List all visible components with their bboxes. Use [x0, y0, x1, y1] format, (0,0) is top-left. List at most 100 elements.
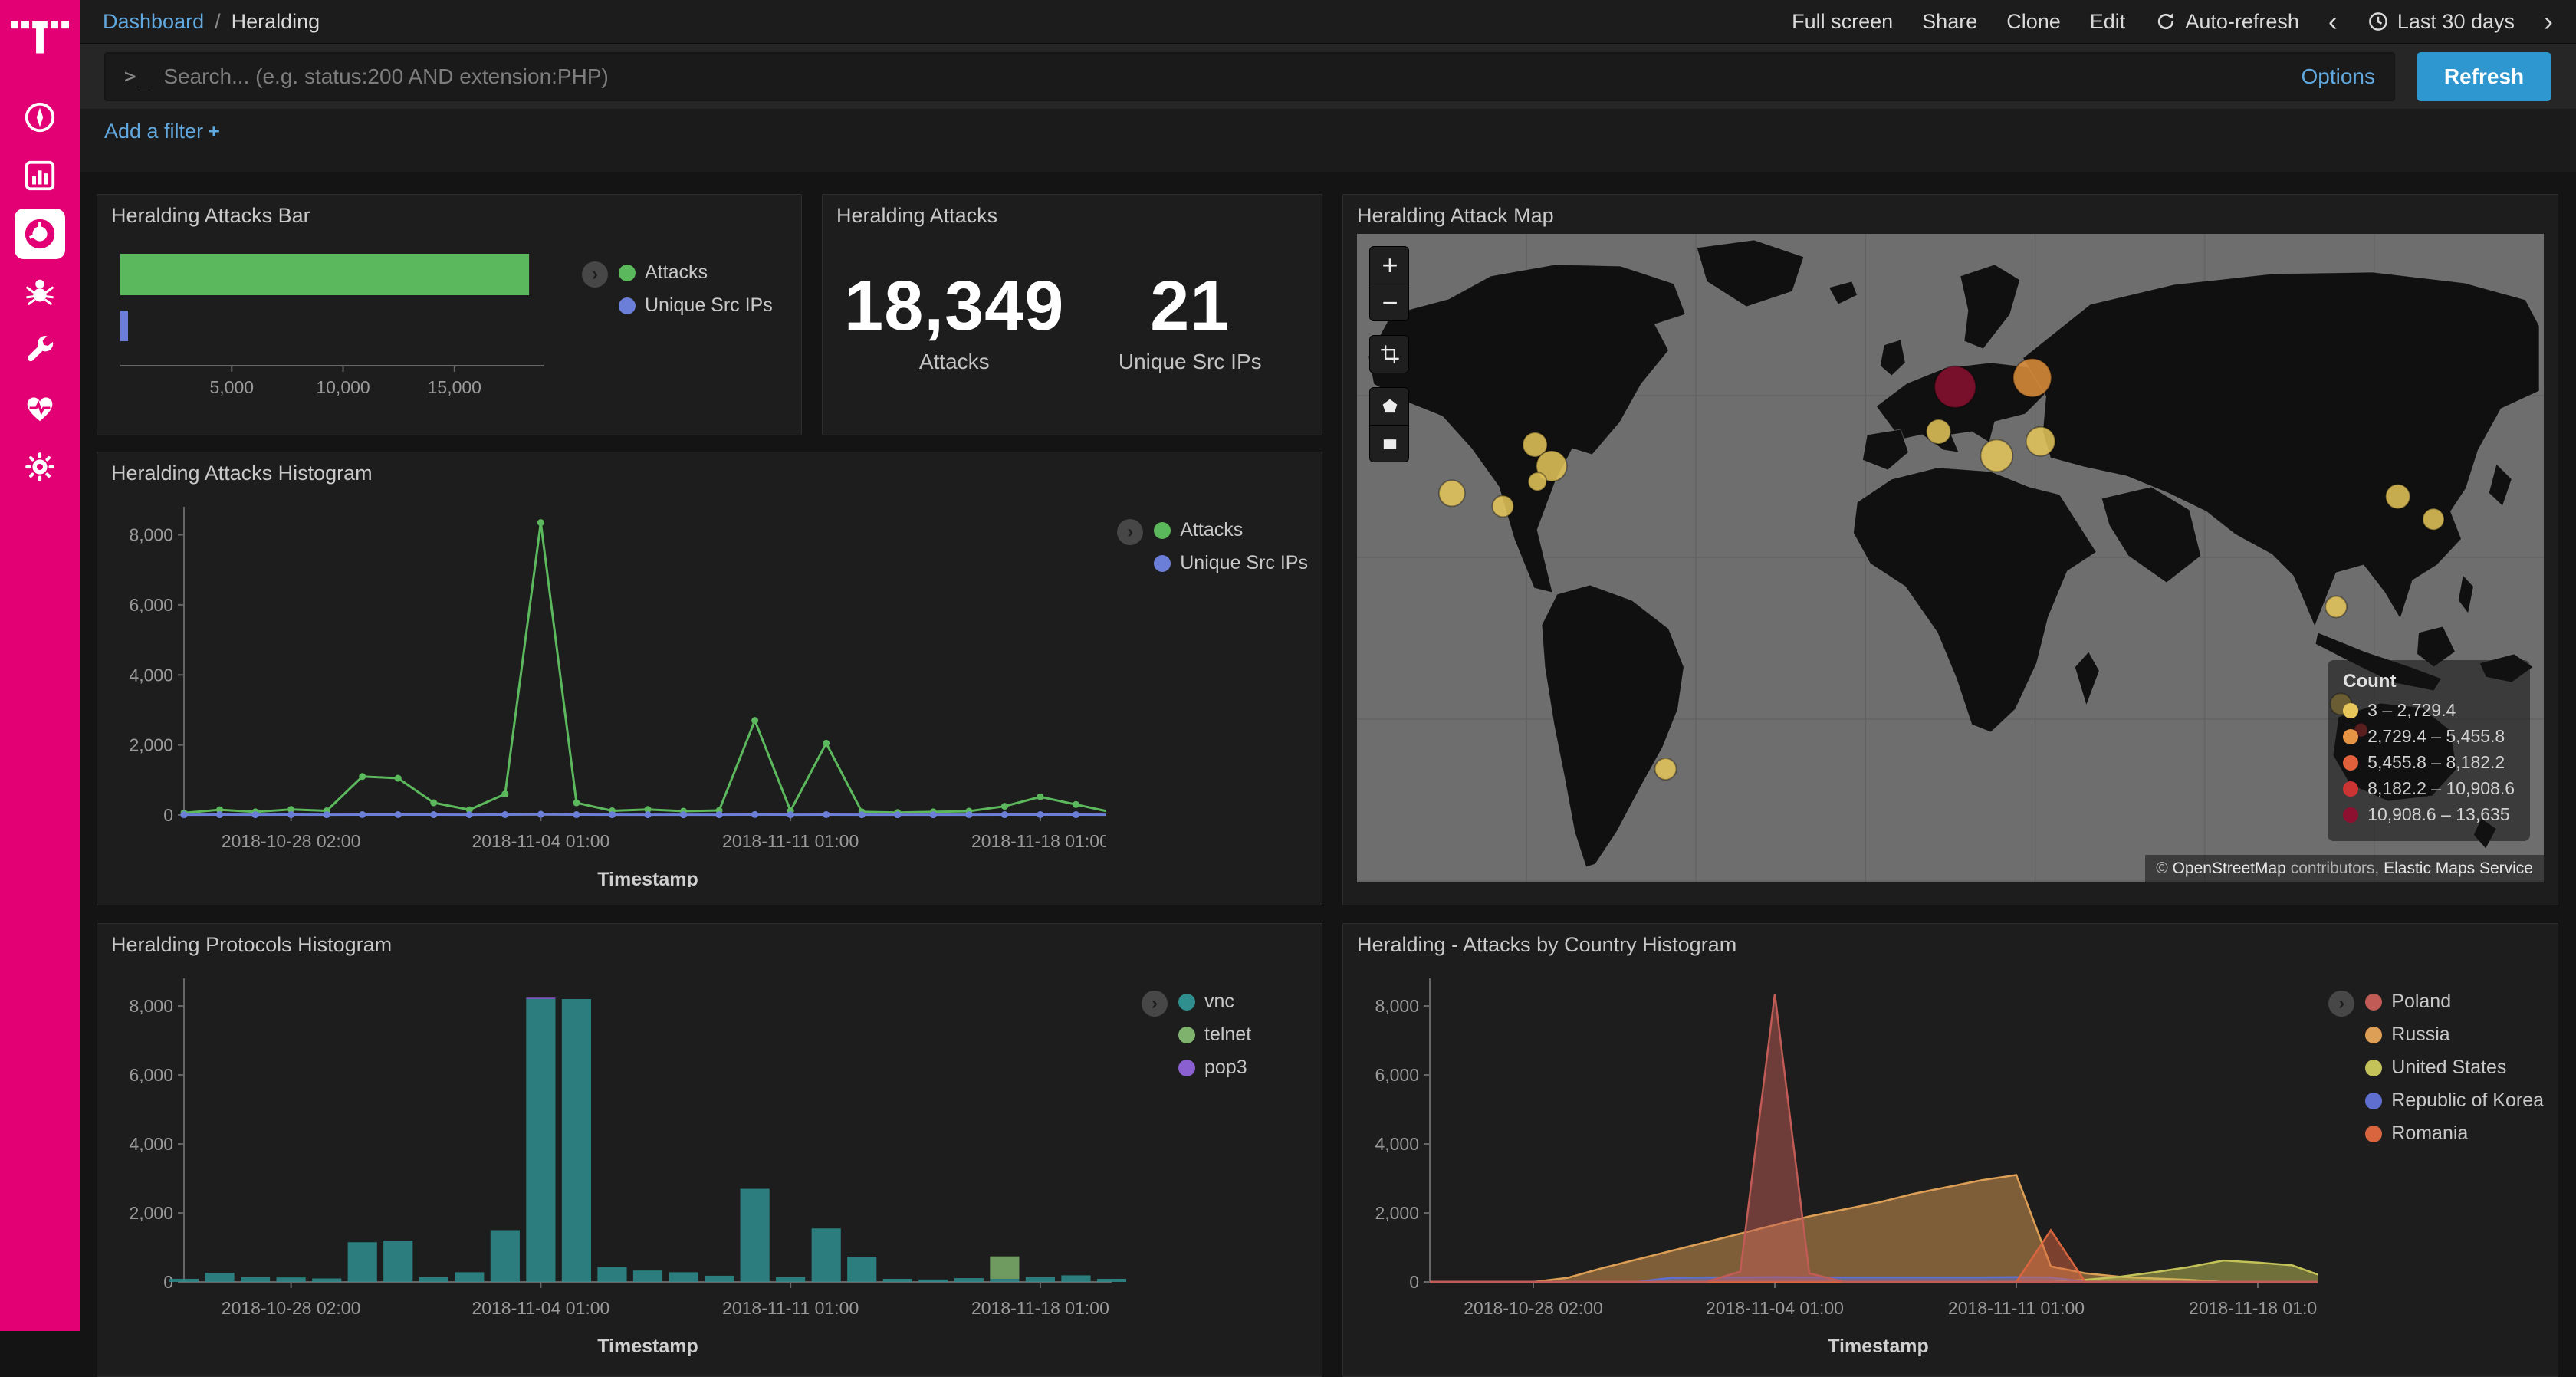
svg-text:Timestamp: Timestamp	[597, 1336, 698, 1357]
bug-icon	[22, 274, 58, 310]
legend-item[interactable]: Unique Src IPs	[1154, 552, 1308, 574]
legend-dot	[1178, 1027, 1195, 1043]
app-sidebar	[0, 0, 80, 1331]
filter-bar: Add a filter+	[80, 109, 2576, 172]
map-marker[interactable]	[1492, 495, 1513, 517]
legend-dot	[2365, 1027, 2382, 1043]
svg-text:8,000: 8,000	[129, 996, 173, 1016]
legend-range-label: 8,182.2 – 10,908.6	[2367, 778, 2515, 799]
dashboard-grid: Heralding Attacks Bar 5,00010,00015,000 …	[80, 172, 2576, 1331]
legend-label: Attacks	[645, 261, 708, 284]
sidebar-item-donut[interactable]	[15, 209, 65, 259]
map-marker[interactable]	[2325, 596, 2347, 617]
zoom-out-button[interactable]: −	[1370, 284, 1409, 320]
sidebar-item-heartbeat[interactable]	[15, 383, 65, 434]
map-legend-row: 10,908.6 – 13,635	[2343, 804, 2515, 825]
attribution-prefix: ©	[2156, 859, 2172, 877]
edit-button[interactable]: Edit	[2090, 10, 2126, 34]
panel-title: Heralding Protocols Histogram	[111, 933, 1308, 957]
map-marker[interactable]	[1934, 366, 1976, 408]
telekom-logo[interactable]	[11, 12, 69, 60]
metric-unique-src-ips: 21 Unique Src IPs	[1073, 266, 1309, 374]
map-controls: + −	[1369, 246, 1409, 476]
legend-swatch	[2343, 755, 2358, 771]
map-marker[interactable]	[2386, 485, 2410, 509]
sidebar-item-bug[interactable]	[15, 267, 65, 317]
svg-text:4,000: 4,000	[129, 665, 173, 685]
metric-attacks: 18,349 Attacks	[836, 266, 1073, 374]
svg-text:5,000: 5,000	[209, 377, 254, 397]
breadcrumb: Dashboard / Heralding	[103, 10, 320, 34]
legend-item[interactable]: pop3	[1178, 1057, 1251, 1079]
legend-item[interactable]: Attacks	[1154, 519, 1308, 541]
sidebar-item-bar-chart[interactable]	[15, 150, 65, 201]
options-link[interactable]: Options	[2302, 64, 2376, 89]
auto-refresh-button[interactable]: Auto-refresh	[2154, 10, 2299, 34]
legend-toggle[interactable]: ›	[1117, 519, 1143, 545]
legend-item[interactable]: Attacks	[619, 261, 773, 284]
legend-label: vnc	[1204, 991, 1234, 1013]
legend-toggle[interactable]: ›	[1142, 991, 1168, 1017]
legend-item[interactable]: Republic of Korea	[2365, 1089, 2544, 1112]
search-input[interactable]	[163, 64, 2285, 89]
fullscreen-button[interactable]: Full screen	[1792, 10, 1893, 34]
svg-text:2,000: 2,000	[129, 1203, 173, 1223]
svg-text:2018-11-11 01:00: 2018-11-11 01:00	[1948, 1298, 2085, 1318]
polygon-tool-button[interactable]	[1370, 388, 1409, 425]
map-marker[interactable]	[1528, 472, 1546, 491]
map-marker[interactable]	[1655, 758, 1677, 780]
panel-title: Heralding Attacks Histogram	[111, 462, 1308, 485]
metric-label: Attacks	[836, 350, 1073, 374]
attacks-bar-chart: 5,00010,00015,000	[111, 234, 571, 399]
refresh-button[interactable]: Refresh	[2417, 52, 2551, 101]
legend-dot	[2365, 1126, 2382, 1142]
time-back-button[interactable]: ‹	[2328, 8, 2338, 35]
protocols-bar-chart: 02,0004,0006,0008,0002018-10-28 02:00201…	[111, 963, 1131, 1362]
sidebar-item-wrench[interactable]	[15, 325, 65, 376]
chart-legend: Attacks Unique Src IPs	[1154, 519, 1308, 887]
zoom-in-button[interactable]: +	[1370, 247, 1409, 284]
world-map[interactable]: + −	[1357, 234, 2544, 882]
svg-text:2018-11-04 01:00: 2018-11-04 01:00	[1706, 1298, 1844, 1318]
legend-toggle[interactable]: ›	[2328, 991, 2354, 1017]
map-marker[interactable]	[1927, 419, 1951, 444]
svg-text:2018-10-28 02:00: 2018-10-28 02:00	[222, 1298, 361, 1318]
legend-dot	[1154, 555, 1171, 572]
legend-dot	[619, 265, 636, 281]
map-marker[interactable]	[1439, 480, 1465, 506]
clone-button[interactable]: Clone	[2006, 10, 2061, 34]
map-marker[interactable]	[2013, 359, 2052, 397]
legend-item[interactable]: vnc	[1178, 991, 1251, 1013]
legend-item[interactable]: United States	[2365, 1057, 2544, 1079]
svg-text:15,000: 15,000	[428, 377, 481, 397]
map-marker[interactable]	[2026, 427, 2055, 456]
time-range-button[interactable]: Last 30 days	[2367, 10, 2515, 34]
legend-item[interactable]: telnet	[1178, 1024, 1251, 1046]
map-marker[interactable]	[2423, 508, 2444, 530]
legend-item[interactable]: Romania	[2365, 1122, 2544, 1145]
elastic-maps-link[interactable]: Elastic Maps Service	[2384, 859, 2533, 877]
add-filter-link[interactable]: Add a filter+	[104, 120, 220, 143]
rectangle-tool-button[interactable]	[1370, 425, 1409, 462]
heartbeat-icon	[22, 391, 58, 426]
share-button[interactable]: Share	[1922, 10, 1977, 34]
svg-text:6,000: 6,000	[129, 595, 173, 615]
map-marker[interactable]	[1980, 439, 2013, 472]
openstreetmap-link[interactable]: OpenStreetMap	[2173, 859, 2286, 877]
legend-toggle[interactable]: ›	[582, 261, 608, 288]
crop-tool-button[interactable]	[1370, 336, 1409, 373]
legend-item[interactable]: Unique Src IPs	[619, 294, 773, 317]
legend-dot	[1178, 1060, 1195, 1076]
legend-item[interactable]: Russia	[2365, 1024, 2544, 1046]
panel-attack-map: Heralding Attack Map + −	[1342, 194, 2558, 905]
sidebar-item-gear[interactable]	[15, 442, 65, 492]
svg-text:2018-11-04 01:00: 2018-11-04 01:00	[472, 1298, 610, 1318]
svg-text:2,000: 2,000	[129, 735, 173, 755]
legend-item[interactable]: Poland	[2365, 991, 2544, 1013]
breadcrumb-dashboard-link[interactable]: Dashboard	[103, 10, 204, 34]
sidebar-item-compass[interactable]	[15, 92, 65, 143]
polygon-icon	[1379, 396, 1401, 417]
top-nav-bar: Dashboard / Heralding Full screen Share …	[80, 0, 2576, 44]
legend-dot	[2365, 1060, 2382, 1076]
time-forward-button[interactable]: ›	[2544, 8, 2553, 35]
